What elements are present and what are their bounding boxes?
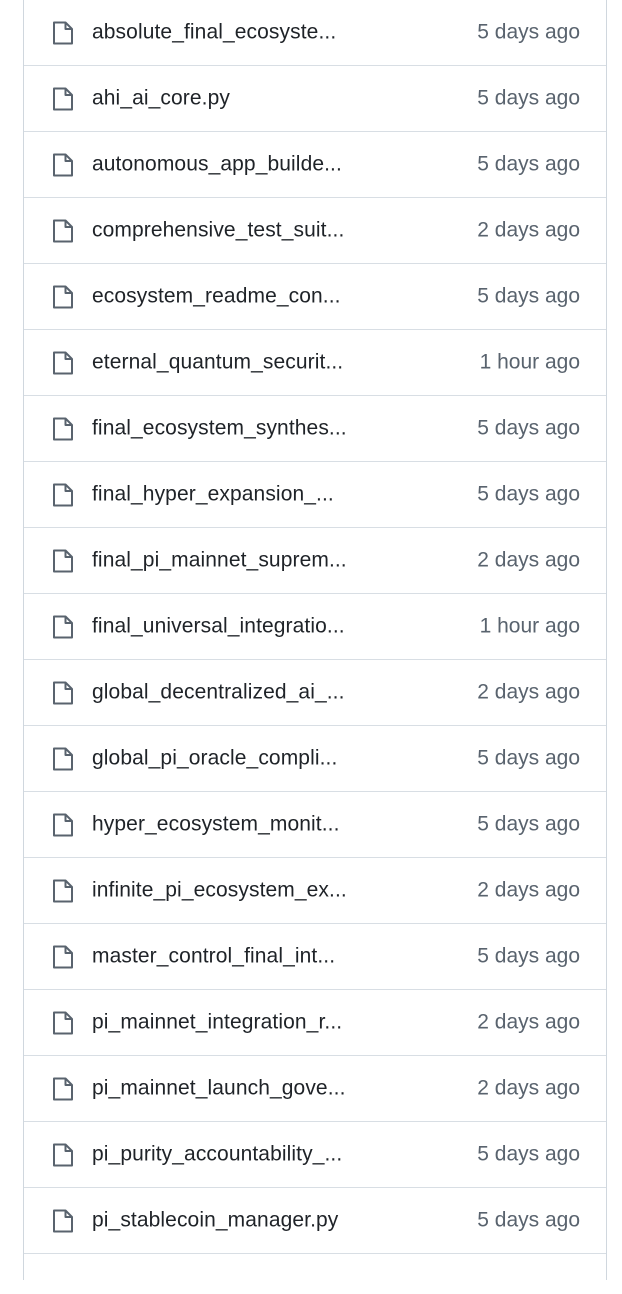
- file-name-link[interactable]: absolute_final_ecosyste...: [92, 20, 336, 44]
- file-icon: [53, 1143, 73, 1166]
- file-icon: [53, 945, 73, 968]
- file-age: 1 hour ago: [479, 350, 580, 374]
- file-row[interactable]: absolute_final_ecosyste... 5 days ago: [24, 0, 606, 66]
- file-name-link[interactable]: pi_mainnet_launch_gove...: [92, 1076, 346, 1100]
- file-name-link[interactable]: ahi_ai_core.py: [92, 86, 230, 110]
- file-row-partial: [24, 1254, 606, 1294]
- file-icon: [53, 1011, 73, 1034]
- file-age: 2 days ago: [477, 1010, 580, 1034]
- file-list: absolute_final_ecosyste... 5 days ago ah…: [23, 0, 607, 1280]
- file-icon: [53, 87, 73, 110]
- file-name-link[interactable]: comprehensive_test_suit...: [92, 218, 344, 242]
- file-row[interactable]: autonomous_app_builde... 5 days ago: [24, 132, 606, 198]
- file-age: 1 hour ago: [479, 614, 580, 638]
- file-row[interactable]: ecosystem_readme_con... 5 days ago: [24, 264, 606, 330]
- file-name-link[interactable]: infinite_pi_ecosystem_ex...: [92, 878, 347, 902]
- file-row[interactable]: global_pi_oracle_compli... 5 days ago: [24, 726, 606, 792]
- file-name-link[interactable]: pi_purity_accountability_...: [92, 1142, 342, 1166]
- file-icon: [53, 483, 73, 506]
- file-icon: [53, 879, 73, 902]
- file-row[interactable]: comprehensive_test_suit... 2 days ago: [24, 198, 606, 264]
- file-age: 5 days ago: [477, 1142, 580, 1166]
- file-age: 5 days ago: [477, 152, 580, 176]
- file-row[interactable]: eternal_quantum_securit... 1 hour ago: [24, 330, 606, 396]
- file-name-link[interactable]: eternal_quantum_securit...: [92, 350, 343, 374]
- file-age: 5 days ago: [477, 746, 580, 770]
- file-name-link[interactable]: final_hyper_expansion_...: [92, 482, 334, 506]
- file-icon: [53, 417, 73, 440]
- file-icon: [53, 1209, 73, 1232]
- file-icon: [53, 285, 73, 308]
- file-age: 5 days ago: [477, 944, 580, 968]
- file-name-link[interactable]: global_decentralized_ai_...: [92, 680, 345, 704]
- file-name-link[interactable]: global_pi_oracle_compli...: [92, 746, 337, 770]
- file-icon: [53, 681, 73, 704]
- file-icon: [53, 747, 73, 770]
- file-icon: [53, 351, 73, 374]
- file-name-link[interactable]: hyper_ecosystem_monit...: [92, 812, 340, 836]
- file-icon: [53, 153, 73, 176]
- file-age: 2 days ago: [477, 1076, 580, 1100]
- file-name-link[interactable]: final_pi_mainnet_suprem...: [92, 548, 347, 572]
- file-age: 2 days ago: [477, 680, 580, 704]
- file-name-link[interactable]: final_ecosystem_synthes...: [92, 416, 347, 440]
- file-name-link[interactable]: final_universal_integratio...: [92, 614, 345, 638]
- file-age: 5 days ago: [477, 20, 580, 44]
- file-row[interactable]: pi_stablecoin_manager.py 5 days ago: [24, 1188, 606, 1254]
- file-age: 5 days ago: [477, 482, 580, 506]
- file-row[interactable]: hyper_ecosystem_monit... 5 days ago: [24, 792, 606, 858]
- file-age: 5 days ago: [477, 416, 580, 440]
- file-icon: [53, 219, 73, 242]
- file-name-link[interactable]: pi_mainnet_integration_r...: [92, 1010, 342, 1034]
- file-row[interactable]: infinite_pi_ecosystem_ex... 2 days ago: [24, 858, 606, 924]
- file-age: 5 days ago: [477, 86, 580, 110]
- file-row[interactable]: master_control_final_int... 5 days ago: [24, 924, 606, 990]
- file-row[interactable]: final_universal_integratio... 1 hour ago: [24, 594, 606, 660]
- file-name-link[interactable]: ecosystem_readme_con...: [92, 284, 341, 308]
- file-age: 2 days ago: [477, 548, 580, 572]
- file-icon: [53, 21, 73, 44]
- file-icon: [53, 1077, 73, 1100]
- file-row[interactable]: final_hyper_expansion_... 5 days ago: [24, 462, 606, 528]
- file-row[interactable]: pi_mainnet_integration_r... 2 days ago: [24, 990, 606, 1056]
- file-age: 2 days ago: [477, 218, 580, 242]
- file-row[interactable]: final_ecosystem_synthes... 5 days ago: [24, 396, 606, 462]
- file-row[interactable]: pi_mainnet_launch_gove... 2 days ago: [24, 1056, 606, 1122]
- file-name-link[interactable]: autonomous_app_builde...: [92, 152, 342, 176]
- file-name-link[interactable]: pi_stablecoin_manager.py: [92, 1208, 338, 1232]
- file-row[interactable]: ahi_ai_core.py 5 days ago: [24, 66, 606, 132]
- file-age: 5 days ago: [477, 284, 580, 308]
- file-age: 5 days ago: [477, 812, 580, 836]
- file-row[interactable]: final_pi_mainnet_suprem... 2 days ago: [24, 528, 606, 594]
- file-icon: [53, 549, 73, 572]
- file-icon: [53, 615, 73, 638]
- file-icon: [53, 813, 73, 836]
- file-row[interactable]: pi_purity_accountability_... 5 days ago: [24, 1122, 606, 1188]
- file-age: 2 days ago: [477, 878, 580, 902]
- file-age: 5 days ago: [477, 1208, 580, 1232]
- file-name-link[interactable]: master_control_final_int...: [92, 944, 335, 968]
- file-row[interactable]: global_decentralized_ai_... 2 days ago: [24, 660, 606, 726]
